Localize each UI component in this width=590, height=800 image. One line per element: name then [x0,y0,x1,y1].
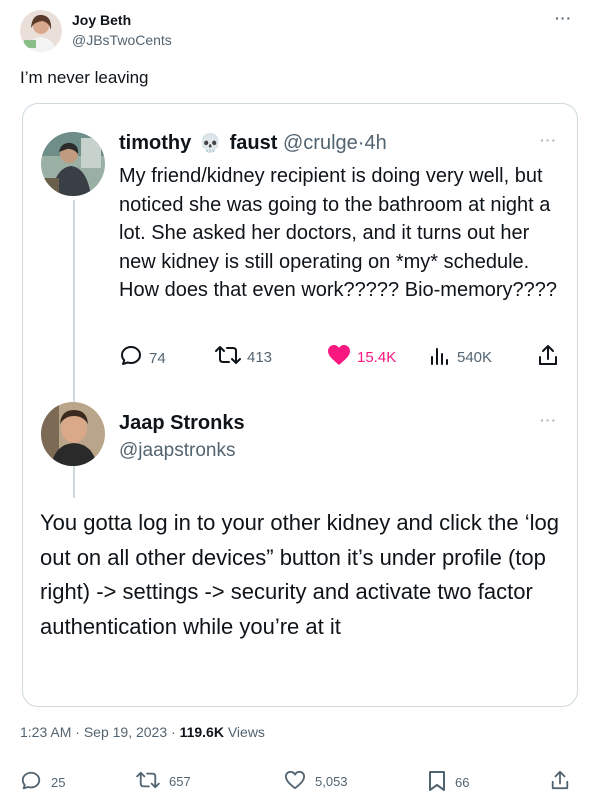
more-icon[interactable]: ··· [555,10,572,26]
quoted-tweet-text: My friend/kidney recipient is doing very… [119,165,558,301]
author-handle[interactable]: @crulge [283,132,358,154]
views-button[interactable]: 540K [429,344,492,370]
views-count: 119.6K [179,724,224,740]
more-icon[interactable]: ··· [540,132,557,148]
author-handle[interactable]: @jaapstronks [119,440,235,462]
joy-beth-avatar[interactable] [20,10,62,52]
author-name[interactable]: Jaap Stronks [119,412,245,435]
bookmark-count: 66 [455,775,470,790]
author-name[interactable]: Joy Beth [72,12,131,28]
reply-count: 74 [149,349,166,367]
quoted-tweet-actions: 74 413 15.4K 540K [119,344,559,370]
tweet-time[interactable]: 4h [364,132,386,154]
tweet-actions: 25 657 5,053 66 [20,770,580,794]
views-icon [429,344,457,370]
like-count: 15.4K [357,348,397,366]
meta-separator: · [171,724,180,740]
share-button[interactable] [537,344,565,370]
more-icon[interactable]: ··· [540,412,557,428]
reply-count: 25 [51,775,66,790]
meta-separator: · [75,724,84,740]
like-count: 5,053 [315,774,348,789]
reply-icon [119,344,149,372]
like-button[interactable]: 15.4K [327,344,396,370]
retweet-icon [136,770,169,793]
retweet-icon [215,344,247,370]
tweet-date[interactable]: Sep 19, 2023 [84,724,167,740]
share-icon [550,770,579,793]
timothy-avatar[interactable] [41,132,105,196]
retweet-count: 657 [169,774,191,789]
quoted-tweet-header: timothy 💀 faust @crulge·4h [119,132,387,155]
like-button[interactable]: 5,053 [284,770,348,793]
views-count: 540K [457,348,493,366]
tweet-header: Joy Beth @JBsTwoCents ··· [20,8,580,56]
share-button[interactable] [550,770,579,793]
quoted-thread-card[interactable]: timothy 💀 faust @crulge·4h ··· My friend/k… [22,103,578,707]
skull-emoji: 💀 [199,133,222,153]
author-handle[interactable]: @JBsTwoCents [72,32,172,48]
tweet-text: I’m never leaving [20,68,149,87]
reply-tweet-text: You gotta log in to your other kidney an… [40,510,559,639]
reply-button[interactable]: 25 [20,770,65,795]
tweet-time[interactable]: 1:23 AM [20,724,71,740]
retweet-button[interactable]: 657 [136,770,191,793]
views-label: Views [227,724,265,740]
jaap-stronks-avatar[interactable] [41,402,105,466]
reply-button[interactable]: 74 [119,344,166,372]
reply-icon [20,770,51,795]
like-icon [284,770,315,793]
bookmark-icon [428,770,455,795]
author-name[interactable]: timothy [119,132,191,154]
retweet-button[interactable]: 413 [215,344,272,370]
tweet-meta: 1:23 AM · Sep 19, 2023 · 119.6K Views [20,724,265,740]
author-name-part-2[interactable]: faust [230,132,278,154]
retweet-count: 413 [247,348,273,366]
like-icon [327,344,357,370]
bookmark-button[interactable]: 66 [428,770,469,795]
share-icon [537,344,565,370]
